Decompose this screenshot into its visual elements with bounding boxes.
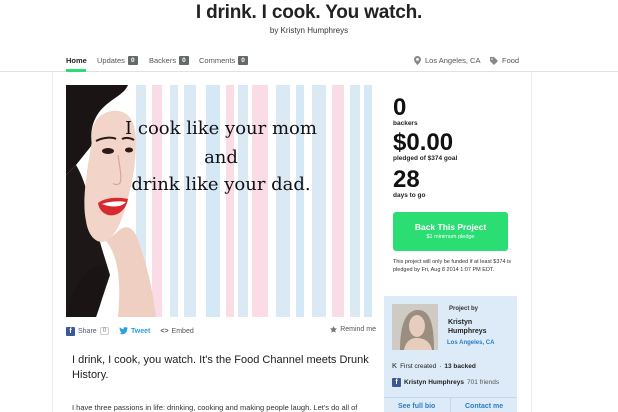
separator: · [439, 363, 442, 370]
location-link[interactable]: Los Angeles, CA [414, 56, 480, 65]
share-bar: f Share 0 Tweet <> Embed Remind me [66, 324, 376, 338]
minimum-pledge-label: $1 minimum pledge [426, 234, 475, 240]
pledged-amount: $0.00 [393, 129, 454, 156]
project-title: I drink. I cook. You watch. [195, 2, 423, 23]
project-video[interactable]: I cook like your mom and drink like your… [66, 85, 376, 317]
creator-first-name: Kristyn [448, 319, 473, 326]
embed-button[interactable]: <> Embed [160, 328, 193, 335]
creator-facebook-name: Kristyn Humphreys [404, 379, 464, 386]
creator-avatar[interactable] [392, 304, 438, 350]
embed-label: Embed [171, 327, 194, 335]
tab-updates-count: 0 [127, 56, 138, 65]
creator-name[interactable]: Kristyn Humphreys [448, 318, 487, 336]
facebook-share-button[interactable]: f Share 0 [66, 326, 110, 336]
map-pin-icon [414, 56, 421, 65]
creator-history: K First created · 13 backed [392, 363, 476, 370]
back-project-label: Back This Project [414, 222, 487, 232]
creator-card: Project by Kristyn Humphreys Los Angeles… [384, 296, 517, 412]
category-link[interactable]: Food [490, 56, 519, 65]
location-label: Los Angeles, CA [425, 56, 481, 65]
remind-me-button[interactable]: Remind me [330, 326, 376, 333]
creator-facebook: f Kristyn Humphreys 701 friends [392, 378, 499, 387]
days-label: days to go [393, 192, 426, 199]
star-icon [330, 326, 338, 333]
video-text-line1: I cook like your mom [125, 118, 317, 139]
category-label: Food [502, 56, 520, 65]
twitter-bird-icon [119, 327, 129, 335]
backers-stat: 0 backers [393, 94, 418, 128]
creator-photo [392, 304, 438, 350]
backed-count: 13 backed [444, 363, 476, 370]
tab-home-label: Home [66, 56, 87, 65]
creator-actions: See full bio Contact me [384, 397, 517, 412]
pledged-goal-label: pledged of $374 goal [393, 155, 458, 162]
see-full-bio-link[interactable]: See full bio [398, 403, 435, 410]
contact-me-link[interactable]: Contact me [465, 403, 503, 410]
backers-label: backers [393, 120, 418, 127]
facebook-share-label: Share [78, 327, 97, 335]
code-brackets-icon: <> [160, 327, 169, 335]
tab-comments[interactable]: Comments 0 [199, 56, 248, 65]
creator-location[interactable]: Los Angeles, CA [447, 340, 494, 346]
project-byline: by Kristyn Humphreys [269, 26, 349, 35]
video-text-line2: and [204, 147, 238, 168]
project-by-heading: Project by [449, 306, 479, 312]
tab-updates-label: Updates [97, 56, 125, 65]
first-created-label: First created [400, 363, 437, 370]
remind-me-label: Remind me [340, 326, 376, 333]
creator-last-name: Humphreys [448, 328, 487, 335]
tab-backers[interactable]: Backers 0 [149, 56, 189, 65]
tab-home[interactable]: Home [66, 56, 87, 65]
tab-updates[interactable]: Updates 0 [97, 56, 138, 65]
kickstarter-k-icon: K [392, 363, 398, 370]
tweet-button[interactable]: Tweet [119, 327, 150, 335]
tag-icon [490, 56, 498, 65]
video-text-line3: drink like your dad. [131, 174, 311, 195]
tweet-label: Tweet [131, 327, 151, 335]
pledged-stat: $0.00 pledged of $374 goal [393, 129, 458, 163]
tab-backers-label: Backers [149, 56, 177, 65]
back-this-project-button[interactable]: Back This Project $1 minimum pledge [393, 212, 508, 251]
tab-comments-count: 0 [238, 56, 248, 65]
project-description: I have three passions in life: drinking,… [72, 403, 358, 412]
project-blurb: I drink, I cook, you watch. It's the Foo… [72, 354, 369, 381]
funding-deadline-note: This project will only be funded if at l… [393, 259, 512, 273]
backers-count: 0 [393, 94, 407, 121]
days-stat: 28 days to go [393, 166, 426, 200]
tab-backers-count: 0 [179, 56, 189, 65]
tab-comments-label: Comments [199, 56, 236, 65]
facebook-icon: f [66, 326, 75, 336]
days-remaining: 28 [393, 166, 420, 193]
project-nav: Home Updates 0 Backers 0 Comments 0 Los … [0, 52, 618, 72]
creator-friends-count: 701 friends [466, 379, 500, 386]
divider [450, 398, 451, 412]
facebook-icon: f [392, 378, 401, 387]
facebook-share-count: 0 [99, 327, 110, 335]
